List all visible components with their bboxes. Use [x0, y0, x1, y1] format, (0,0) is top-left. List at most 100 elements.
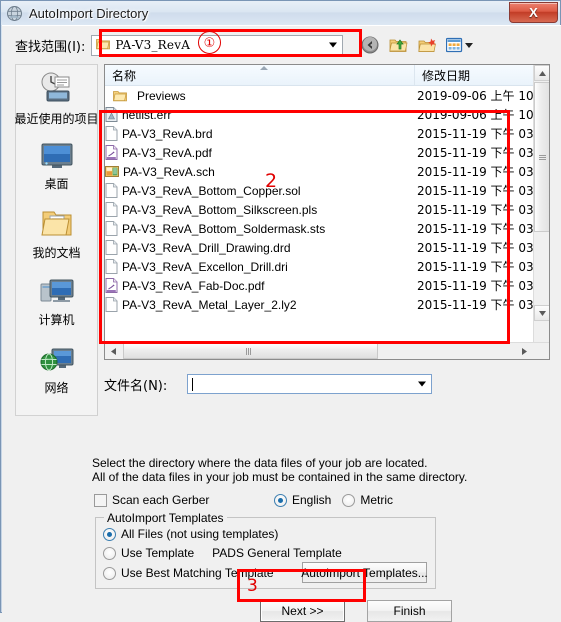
scroll-thumb-horizontal[interactable] — [123, 343, 378, 359]
instruction-line-1: Select the directory where the data file… — [92, 456, 428, 470]
chevron-down-icon[interactable] — [329, 42, 338, 48]
table-row[interactable]: netlist.err 2019-09-06 上午 10... — [105, 105, 549, 124]
file-browser: 查找范围(I): PA-V3_RevA 最近使用的项目 桌面 我的文档 计算机 … — [7, 26, 556, 422]
use-template-radio[interactable] — [103, 546, 116, 560]
sidebar-item-label: 桌面 — [44, 177, 69, 191]
use-template-option[interactable]: Use Template PADS General Template — [103, 545, 342, 561]
my-documents-icon — [40, 209, 73, 242]
file-date-cell: 2015-11-19 下午 03... — [417, 241, 546, 255]
table-row[interactable]: PA-V3_RevA_Fab-Doc.pdf 2015-11-19 下午 03..… — [105, 276, 549, 295]
table-row[interactable]: PA-V3_RevA.sch 2015-11-19 下午 03... — [105, 162, 549, 181]
sidebar-item-recent[interactable]: 最近使用的项目 — [14, 65, 99, 133]
finish-button-label: Finish — [393, 604, 426, 618]
use-template-label[interactable]: Use Template — [121, 546, 194, 560]
file-name-text: PA-V3_RevA.sch — [123, 164, 215, 179]
chevron-down-icon[interactable] — [418, 381, 426, 387]
all-files-label[interactable]: All Files (not using templates) — [121, 527, 278, 541]
scroll-up-icon[interactable] — [534, 65, 549, 81]
back-icon[interactable] — [359, 35, 380, 56]
text-caret — [192, 377, 193, 391]
file-name-input[interactable] — [187, 374, 432, 394]
autoimport-templates-button[interactable]: AutoImport Templates... — [301, 562, 428, 583]
file-name-cell: PA-V3_RevA_Bottom_Copper.sol — [105, 183, 415, 198]
table-row[interactable]: PA-V3_RevA_Metal_Layer_2.ly2 2015-11-19 下… — [105, 295, 549, 314]
sidebar-item-computer[interactable]: 计算机 — [16, 269, 97, 337]
table-row[interactable]: PA-V3_RevA_Bottom_Copper.sol 2015-11-19 下… — [105, 181, 549, 200]
desktop-icon — [40, 142, 74, 173]
best-matching-option[interactable]: Use Best Matching Template — [103, 565, 274, 581]
table-row[interactable]: PA-V3_RevA_Bottom_Silkscreen.pls 2015-11-… — [105, 200, 549, 219]
sidebar-item-my-documents[interactable]: 我的文档 — [16, 201, 97, 269]
table-row[interactable]: PA-V3_RevA.pdf 2015-11-19 下午 03... — [105, 143, 549, 162]
scroll-down-icon[interactable] — [534, 305, 549, 321]
best-matching-radio[interactable] — [103, 566, 116, 580]
blank-file-icon — [105, 202, 118, 217]
look-in-row: 查找范围(I): PA-V3_RevA — [15, 32, 550, 58]
views-icon[interactable] — [446, 35, 474, 56]
close-button[interactable]: X — [509, 2, 558, 23]
blank-file-icon — [105, 297, 118, 312]
scroll-thumb[interactable] — [534, 82, 549, 232]
scan-each-gerber-label[interactable]: Scan each Gerber — [112, 493, 209, 507]
scroll-left-icon[interactable] — [105, 343, 122, 359]
dialog-toolbar — [359, 35, 474, 56]
file-date-cell: 2015-11-19 下午 03... — [417, 165, 546, 179]
file-name-row: 文件名(N): — [104, 372, 550, 396]
scan-each-gerber-checkbox[interactable] — [94, 493, 107, 507]
english-label[interactable]: English — [292, 493, 331, 507]
file-date-cell: 2019-09-06 上午 10... — [417, 108, 546, 122]
look-in-label: 查找范围(I): — [15, 39, 86, 55]
close-icon: X — [529, 5, 538, 20]
places-bar: 最近使用的项目 桌面 我的文档 计算机 网络 — [14, 64, 99, 416]
file-date-cell: 2015-11-19 下午 03... — [417, 146, 546, 160]
file-name-cell: Previews — [105, 89, 415, 103]
sort-ascending-icon — [259, 66, 268, 70]
sidebar-item-network[interactable]: 网络 — [16, 337, 97, 405]
options-row: Scan each Gerber English Metric — [94, 492, 424, 508]
column-header-date-label: 修改日期 — [422, 68, 471, 83]
file-date-cell: 2019-09-06 上午 10... — [417, 89, 546, 103]
metric-radio[interactable] — [342, 493, 356, 507]
file-name-text: PA-V3_RevA_Metal_Layer_2.ly2 — [122, 297, 297, 312]
finish-button[interactable]: Finish — [367, 600, 452, 622]
err-file-icon — [105, 107, 118, 122]
metric-label[interactable]: Metric — [360, 493, 393, 507]
grip-icon — [538, 154, 546, 161]
look-in-combobox[interactable]: PA-V3_RevA — [91, 34, 344, 56]
table-row[interactable]: Previews 2019-09-06 上午 10... — [105, 86, 549, 105]
english-radio[interactable] — [274, 493, 287, 507]
list-vertical-scrollbar[interactable] — [533, 65, 549, 359]
chevron-down-icon[interactable] — [465, 42, 474, 48]
all-files-option[interactable]: All Files (not using templates) — [103, 526, 278, 542]
table-row[interactable]: PA-V3_RevA_Drill_Drawing.drd 2015-11-19 下… — [105, 238, 549, 257]
scroll-right-icon[interactable] — [516, 343, 533, 359]
table-row[interactable]: PA-V3_RevA.brd 2015-11-19 下午 03... — [105, 124, 549, 143]
file-list-rows: Previews 2019-09-06 上午 10... netlist.err 20… — [105, 86, 549, 341]
table-row[interactable]: PA-V3_RevA_Excellon_Drill.dri 2015-11-19 … — [105, 257, 549, 276]
up-folder-icon[interactable] — [388, 35, 409, 56]
all-files-radio[interactable] — [103, 527, 116, 541]
globe-icon — [6, 5, 23, 22]
sidebar-item-desktop[interactable]: 桌面 — [16, 133, 97, 201]
blank-file-icon — [105, 221, 118, 236]
next-button[interactable]: Next >> — [260, 600, 345, 622]
new-folder-icon[interactable] — [417, 35, 438, 56]
file-list[interactable]: 名称 修改日期 Previews 2019-09-06 上午 10... netli… — [104, 64, 550, 360]
blank-file-icon — [105, 240, 118, 255]
best-matching-label[interactable]: Use Best Matching Template — [121, 566, 274, 580]
list-horizontal-scrollbar[interactable] — [105, 342, 549, 359]
file-name-text: PA-V3_RevA.brd — [122, 126, 213, 141]
dialog-client: 查找范围(I): PA-V3_RevA 最近使用的项目 桌面 我的文档 计算机 … — [2, 25, 561, 622]
file-name-cell: netlist.err — [105, 107, 415, 122]
column-header-date[interactable]: 修改日期 — [415, 65, 535, 85]
sidebar-item-label: 最近使用的项目 — [14, 112, 99, 126]
file-name-text: PA-V3_RevA_Bottom_Copper.sol — [122, 183, 301, 198]
column-header-name-label: 名称 — [112, 68, 137, 83]
file-date-cell: 2015-11-19 下午 03... — [417, 260, 546, 274]
column-header-name[interactable]: 名称 — [105, 65, 415, 85]
look-in-value: PA-V3_RevA — [115, 38, 191, 52]
file-date-cell: 2015-11-19 下午 03... — [417, 127, 546, 141]
table-row[interactable]: PA-V3_RevA_Bottom_Soldermask.sts 2015-11-… — [105, 219, 549, 238]
title-bar: AutoImport Directory X — [1, 1, 560, 25]
autoimport-templates-button-label: AutoImport Templates... — [301, 565, 428, 580]
